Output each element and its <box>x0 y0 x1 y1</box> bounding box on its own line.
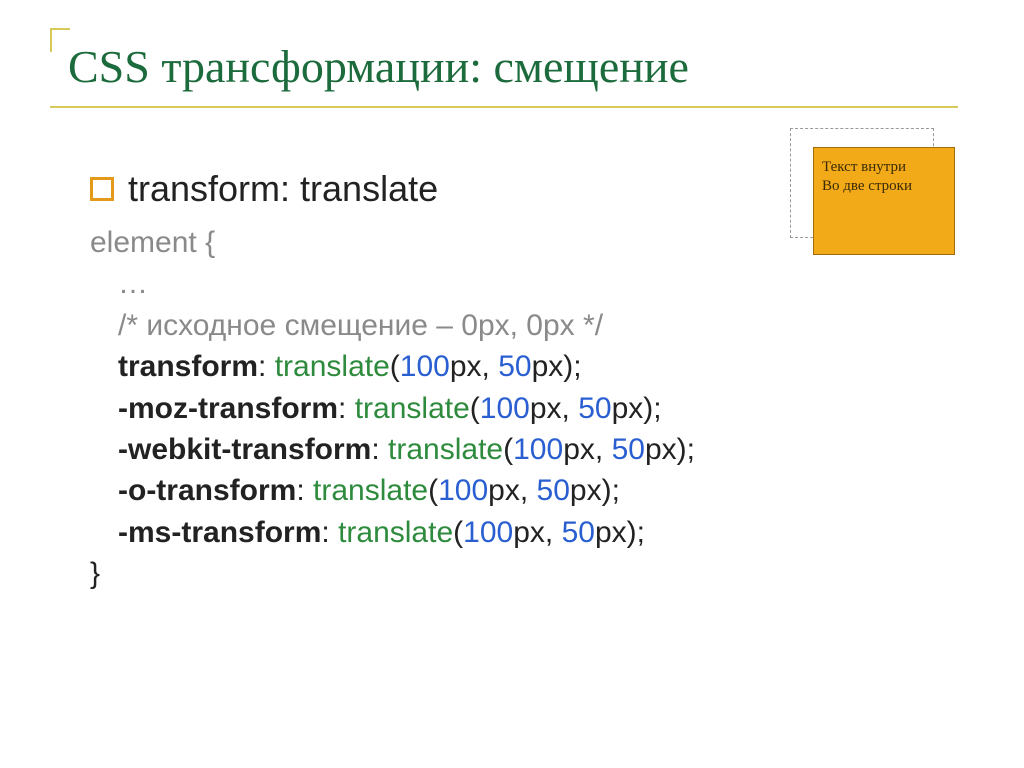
corner-decoration <box>50 28 70 52</box>
selector-open: element { <box>90 226 215 259</box>
func-name: translate <box>275 350 390 383</box>
code-block: element { … /* исходное смещение – 0px, … <box>90 222 695 595</box>
translate-illustration: Текст внутри Во две строки <box>790 128 934 238</box>
slide: CSS трансформации: смещение transform: t… <box>0 0 1024 768</box>
selector-close: } <box>90 557 100 590</box>
code-line: -ms-transform: translate(100px, 50px); <box>90 512 695 553</box>
bullet-item: transform: translate <box>90 168 438 210</box>
prop-ms: -ms-transform <box>118 516 321 549</box>
box-line-1: Текст внутри <box>822 159 906 175</box>
prop-transform: transform <box>118 350 258 383</box>
title-underline <box>50 106 958 108</box>
code-comment: /* исходное смещение – 0px, 0px */ <box>118 309 603 342</box>
box-line-2: Во две строки <box>822 178 912 194</box>
code-line: -moz-transform: translate(100px, 50px); <box>90 388 695 429</box>
slide-title: CSS трансформации: смещение <box>68 40 689 93</box>
code-ellipsis: … <box>118 267 148 300</box>
prop-o: -o-transform <box>118 474 296 507</box>
code-line: -o-transform: translate(100px, 50px); <box>90 470 695 511</box>
translated-box: Текст внутри Во две строки <box>813 147 955 255</box>
code-line: transform: translate(100px, 50px); <box>90 346 695 387</box>
bullet-text: transform: translate <box>128 168 438 210</box>
code-line: -webkit-transform: translate(100px, 50px… <box>90 429 695 470</box>
origin-box: Текст внутри Во две строки <box>790 128 934 238</box>
bullet-marker-icon <box>90 177 114 201</box>
prop-webkit: -webkit-transform <box>118 433 371 466</box>
prop-moz: -moz-transform <box>118 392 338 425</box>
